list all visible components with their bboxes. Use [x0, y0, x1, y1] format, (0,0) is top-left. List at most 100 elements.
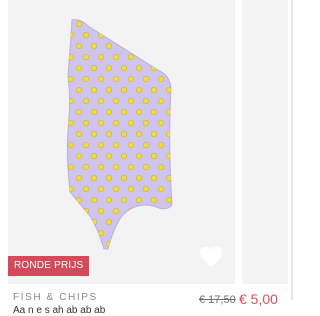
sale-badge: RONDE PRIJS	[8, 256, 90, 276]
smiley-dot	[90, 196, 97, 203]
smiley-dot	[97, 119, 104, 126]
smiley-dot	[165, 218, 172, 225]
smiley-dot	[90, 152, 97, 159]
smiley-dot	[150, 174, 157, 181]
smiley-dot	[105, 218, 112, 225]
smiley-dot	[165, 240, 172, 247]
smiley-dot	[173, 142, 179, 148]
smiley-dot	[82, 229, 89, 236]
smiley-dot	[173, 54, 179, 60]
smiley-dot	[120, 240, 127, 247]
smiley-dot	[135, 108, 142, 115]
smiley-dot	[165, 196, 172, 203]
smiley-dot	[165, 64, 172, 71]
smiley-dot	[75, 43, 82, 50]
smiley-dot	[113, 252, 119, 258]
sale-price: € 5,00	[239, 291, 278, 307]
smiley-dot	[112, 163, 119, 170]
smiley-dot	[127, 32, 134, 39]
smiley-dot	[90, 240, 97, 247]
smiley-dot	[142, 229, 149, 236]
smiley-dot	[142, 75, 149, 82]
smiley-dot	[61, 109, 67, 115]
product-card[interactable]: RONDE PRIJS FISH & CHIPS € 17,50 € 5,00 …	[0, 0, 295, 316]
smiley-dot	[105, 43, 112, 50]
smiley-dot	[173, 98, 179, 104]
heart-outline-icon	[199, 246, 223, 267]
smiley-dot	[97, 75, 104, 82]
smiley-dot	[150, 86, 157, 93]
smiley-dot	[105, 21, 112, 28]
smiley-dot	[157, 185, 164, 192]
smiley-dot	[105, 196, 112, 203]
smiley-dot	[120, 218, 127, 225]
smiley-dot	[82, 54, 89, 61]
smiley-dot	[142, 32, 149, 39]
smiley-dot	[75, 86, 82, 93]
smiley-dot	[173, 186, 179, 192]
smiley-dot	[135, 174, 142, 181]
smiley-dot	[61, 197, 67, 203]
smiley-dot	[61, 21, 67, 27]
smiley-dot	[75, 174, 82, 181]
smiley-dot	[135, 43, 142, 50]
smiley-dot	[173, 76, 179, 82]
smiley-dot	[90, 130, 97, 137]
smiley-dot	[120, 64, 127, 71]
smiley-dot	[135, 240, 142, 247]
smiley-dot	[157, 75, 164, 82]
smiley-dot	[61, 65, 67, 71]
brand-name: FISH & CHIPS	[13, 292, 98, 303]
smiley-dot	[127, 97, 134, 104]
smiley-dot	[135, 130, 142, 137]
smiley-dot	[75, 108, 82, 115]
smiley-dot	[82, 185, 89, 192]
smiley-dot	[127, 163, 134, 170]
next-product-image[interactable]	[242, 0, 288, 284]
smiley-dot	[173, 32, 179, 38]
wishlist-button[interactable]	[197, 243, 225, 271]
smiley-dot	[82, 141, 89, 148]
smiley-dot	[97, 97, 104, 104]
scroll-edge	[291, 0, 293, 300]
smiley-dot	[128, 252, 134, 258]
smiley-dot	[75, 218, 82, 225]
smiley-dot	[61, 43, 67, 49]
smiley-dot	[82, 119, 89, 126]
smiley-dot	[173, 120, 179, 126]
smiley-dot	[127, 119, 134, 126]
product-image[interactable]	[8, 0, 235, 284]
smiley-dot	[105, 108, 112, 115]
smiley-dot	[97, 54, 104, 61]
smiley-dot	[142, 185, 149, 192]
smiley-dot	[82, 32, 89, 39]
swimsuit-illustration	[61, 19, 179, 258]
smiley-dot	[150, 218, 157, 225]
smiley-dot	[105, 152, 112, 159]
smiley-dot	[120, 43, 127, 50]
smiley-dot	[157, 54, 164, 61]
smiley-dot	[61, 153, 67, 159]
smiley-dot	[142, 141, 149, 148]
smiley-dot	[158, 252, 164, 258]
smiley-dot	[90, 21, 97, 28]
smiley-dot	[105, 64, 112, 71]
smiley-dot	[142, 119, 149, 126]
smiley-dot	[97, 207, 104, 214]
smiley-dot	[150, 21, 157, 28]
smiley-dot	[127, 185, 134, 192]
smiley-dot	[75, 240, 82, 247]
smiley-dot	[75, 152, 82, 159]
smiley-dot	[142, 163, 149, 170]
smiley-dot	[68, 119, 75, 126]
smiley-dot	[142, 54, 149, 61]
smiley-dot	[173, 252, 179, 258]
smiley-dot	[112, 97, 119, 104]
smiley-dot	[112, 119, 119, 126]
smiley-dot	[90, 43, 97, 50]
smiley-dot	[61, 175, 67, 181]
smiley-dot	[173, 208, 179, 214]
smiley-dot	[127, 54, 134, 61]
smiley-dot	[105, 174, 112, 181]
smiley-dot	[112, 54, 119, 61]
